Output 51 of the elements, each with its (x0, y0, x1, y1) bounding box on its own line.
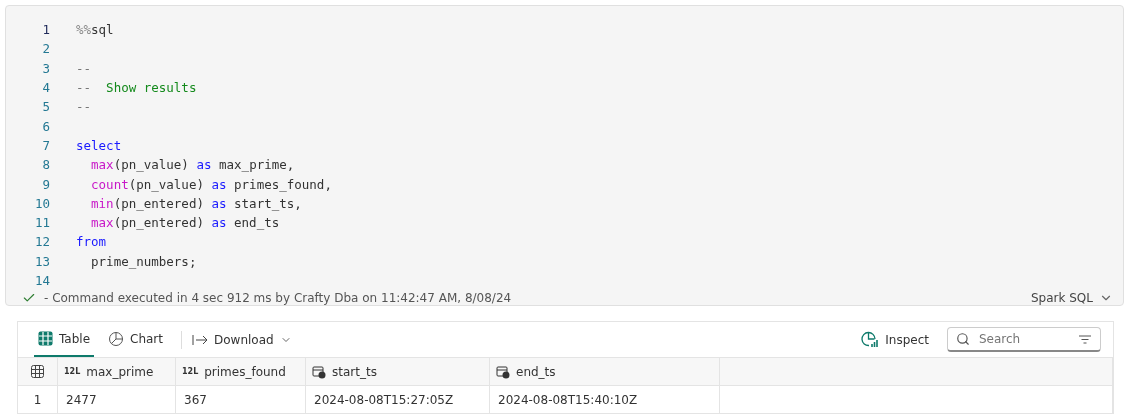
filter-icon (1079, 335, 1091, 344)
table-cell: 2024-08-08T15:27:05Z (306, 385, 490, 414)
line-number: 1 (41, 22, 50, 38)
line-number: 8 (41, 157, 50, 173)
view-tab[interactable]: Chart (104, 322, 167, 357)
column-header[interactable]: 12L primes_found (176, 357, 306, 385)
search-icon (956, 332, 970, 346)
integer-type-label: 12L (64, 367, 81, 376)
column-header[interactable]: end_ts (490, 357, 720, 385)
code-line: max(pn_entered) as end_ts (90, 215, 280, 231)
table-cell: 367 (176, 385, 306, 414)
table-cell: 2477 (58, 385, 176, 414)
line-number: 3 (41, 60, 50, 76)
line-number: 12 (33, 234, 50, 250)
code-line: min(pn_entered) as start_ts, (90, 195, 302, 211)
code-line: -- (76, 60, 92, 76)
table-cell: 2024-08-08T15:40:10Z (490, 385, 720, 414)
code-line: prime_numbers; (90, 253, 197, 269)
inspect-button[interactable]: Inspect (861, 330, 929, 349)
line-number: 7 (41, 137, 50, 153)
grid-icon (38, 331, 53, 346)
code-line: -- Show results (76, 80, 197, 96)
code-line: -- (76, 99, 92, 115)
search-field[interactable]: Search (947, 327, 1101, 352)
status-text: - Command executed in 4 sec 912 ms by Crafty Dba on 11:42:47 AM, 8/08/24 (44, 290, 513, 305)
code-line: select (76, 137, 122, 153)
export-arrow-icon (192, 333, 208, 346)
line-number: 14 (33, 273, 50, 288)
line-number: 13 (33, 253, 50, 269)
calendar-clock-icon (496, 364, 510, 379)
line-number: 11 (33, 215, 50, 231)
calendar-clock-icon (312, 364, 326, 379)
line-number: 2 (41, 41, 50, 57)
code-line: %%sql (76, 22, 114, 38)
integer-type-label: 12L (182, 367, 199, 376)
row-number: 1 (18, 385, 58, 414)
code-line: count(pn_value) as primes_found, (90, 176, 332, 192)
line-number: 4 (41, 80, 50, 96)
chart-inspect-icon (861, 330, 880, 349)
line-number: 9 (41, 176, 50, 192)
language-dropdown[interactable]: Spark SQL (1030, 290, 1113, 305)
pie-chart-icon (108, 330, 125, 347)
download-button[interactable]: Download (192, 332, 292, 347)
line-number: 10 (33, 195, 50, 211)
line-number: 6 (41, 118, 50, 134)
column-header[interactable]: 12L max_prime (58, 357, 176, 385)
code-line: max(pn_value) as max_prime, (90, 157, 295, 173)
column-header[interactable]: start_ts (306, 357, 490, 385)
line-number: 5 (41, 99, 50, 115)
table-icon (31, 365, 44, 378)
code-line: from (76, 234, 107, 250)
